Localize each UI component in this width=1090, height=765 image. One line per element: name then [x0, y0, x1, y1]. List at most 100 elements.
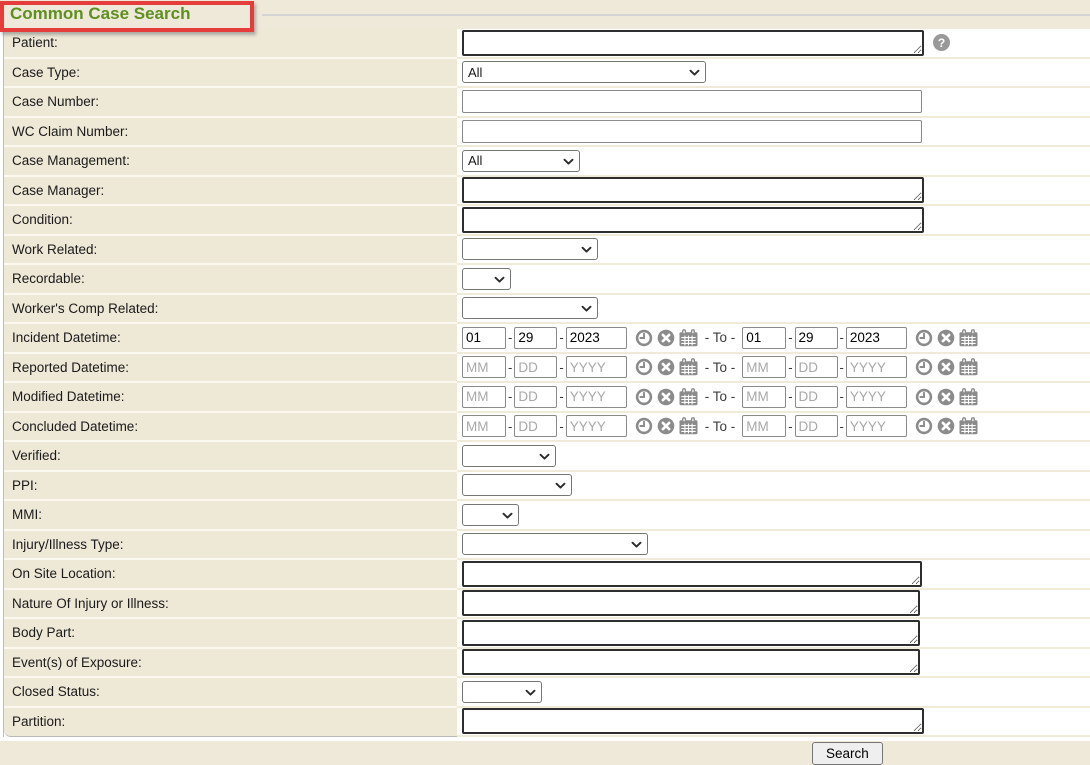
chevron-down-icon	[581, 305, 592, 313]
incident-datetime-from-dd-input[interactable]	[514, 327, 557, 349]
ppi-select[interactable]	[462, 474, 572, 496]
to-range-label: - To -	[705, 419, 736, 434]
form-row: Patient:?	[4, 29, 1090, 59]
calendar-icon[interactable]	[959, 329, 978, 347]
clock-icon[interactable]	[915, 329, 933, 347]
case-manager-label: Case Manager:	[4, 177, 457, 207]
chevron-down-icon	[555, 482, 566, 490]
date-dash: -	[840, 330, 844, 345]
calendar-icon[interactable]	[679, 358, 698, 376]
verified-select[interactable]	[462, 445, 556, 467]
clock-icon[interactable]	[635, 388, 653, 406]
concluded-datetime-to-dd-input[interactable]	[795, 415, 838, 437]
concluded-datetime-control-cell: --- To ---	[457, 413, 1090, 443]
reported-datetime-from-yyyy-input[interactable]	[566, 356, 627, 378]
clock-icon[interactable]	[635, 417, 653, 435]
work-related-select[interactable]	[462, 238, 598, 260]
injury-illness-type-select[interactable]	[462, 533, 648, 555]
concluded-datetime-from-dd-input[interactable]	[514, 415, 557, 437]
modified-datetime-to-dd-input[interactable]	[795, 386, 838, 408]
calendar-icon[interactable]	[679, 329, 698, 347]
calendar-icon[interactable]	[959, 388, 978, 406]
case-management-select[interactable]: All	[462, 150, 580, 172]
mmi-select[interactable]	[462, 504, 519, 526]
recordable-select[interactable]	[462, 268, 511, 290]
chevron-down-icon	[631, 541, 642, 549]
case-number-input[interactable]	[462, 90, 922, 113]
date-dash: -	[508, 330, 512, 345]
concluded-datetime-to-mm-input[interactable]	[742, 415, 786, 437]
body-part-textarea[interactable]	[462, 620, 920, 646]
wc-claim-number-label: WC Claim Number:	[4, 118, 457, 148]
case-manager-textarea[interactable]	[462, 177, 924, 203]
incident-datetime-from-mm-input[interactable]	[462, 327, 506, 349]
concluded-datetime-to-yyyy-input[interactable]	[846, 415, 907, 437]
condition-textarea[interactable]	[462, 207, 924, 233]
clock-icon[interactable]	[915, 417, 933, 435]
partition-control-cell	[457, 708, 1090, 738]
date-dash: -	[559, 419, 563, 434]
reported-datetime-from-mm-input[interactable]	[462, 356, 506, 378]
on-site-location-label: On Site Location:	[4, 560, 457, 590]
partition-textarea[interactable]	[462, 708, 924, 734]
concluded-datetime-from-yyyy-input[interactable]	[566, 415, 627, 437]
incident-datetime-to-mm-input[interactable]	[742, 327, 786, 349]
mmi-control-cell	[457, 501, 1090, 531]
form-row: Case Manager:	[4, 177, 1090, 207]
form-row: PPI:	[4, 472, 1090, 502]
form-row: Reported Datetime:--- To ---	[4, 354, 1090, 384]
case-type-select[interactable]: All	[462, 61, 706, 83]
clear-icon[interactable]	[937, 388, 955, 406]
clear-icon[interactable]	[657, 417, 675, 435]
modified-datetime-to-yyyy-input[interactable]	[846, 386, 907, 408]
calendar-icon[interactable]	[679, 417, 698, 435]
incident-datetime-from-yyyy-input[interactable]	[566, 327, 627, 349]
reported-datetime-to-yyyy-input[interactable]	[846, 356, 907, 378]
workers-comp-related-select[interactable]	[462, 297, 598, 319]
to-range-label: - To -	[705, 330, 736, 345]
wc-claim-number-control-cell	[457, 118, 1090, 148]
ppi-label: PPI:	[4, 472, 457, 502]
patient-textarea[interactable]	[462, 30, 924, 56]
workers-comp-related-label: Worker's Comp Related:	[4, 295, 457, 325]
calendar-icon[interactable]	[679, 388, 698, 406]
date-dash: -	[508, 360, 512, 375]
injury-illness-type-control-cell	[457, 531, 1090, 561]
nature-of-injury-or-illness-textarea[interactable]	[462, 590, 920, 616]
modified-datetime-from-mm-input[interactable]	[462, 386, 506, 408]
clock-icon[interactable]	[635, 329, 653, 347]
clear-icon[interactable]	[937, 417, 955, 435]
form-row: Recordable:	[4, 265, 1090, 295]
concluded-datetime-from-mm-input[interactable]	[462, 415, 506, 437]
reported-datetime-to-mm-input[interactable]	[742, 356, 786, 378]
clear-icon[interactable]	[937, 329, 955, 347]
clock-icon[interactable]	[915, 358, 933, 376]
incident-datetime-to-yyyy-input[interactable]	[846, 327, 907, 349]
calendar-icon[interactable]	[959, 417, 978, 435]
help-icon[interactable]: ?	[933, 34, 950, 51]
clear-icon[interactable]	[937, 358, 955, 376]
recordable-control-cell	[457, 265, 1090, 295]
incident-datetime-to-dd-input[interactable]	[795, 327, 838, 349]
calendar-icon[interactable]	[959, 358, 978, 376]
modified-datetime-from-yyyy-input[interactable]	[566, 386, 627, 408]
on-site-location-textarea[interactable]	[462, 561, 922, 587]
reported-datetime-control-cell: --- To ---	[457, 354, 1090, 384]
date-dash: -	[840, 360, 844, 375]
reported-datetime-to-dd-input[interactable]	[795, 356, 838, 378]
wc-claim-number-input[interactable]	[462, 120, 922, 143]
clear-icon[interactable]	[657, 329, 675, 347]
case-type-control-cell: All	[457, 59, 1090, 89]
form-row: Nature Of Injury or Illness:	[4, 590, 1090, 620]
closed-status-select[interactable]	[462, 681, 542, 703]
search-button[interactable]: Search	[812, 742, 883, 765]
clear-icon[interactable]	[657, 358, 675, 376]
modified-datetime-from-dd-input[interactable]	[514, 386, 557, 408]
modified-datetime-to-mm-input[interactable]	[742, 386, 786, 408]
clock-icon[interactable]	[915, 388, 933, 406]
events-of-exposure-textarea[interactable]	[462, 649, 920, 675]
reported-datetime-from-dd-input[interactable]	[514, 356, 557, 378]
clear-icon[interactable]	[657, 388, 675, 406]
modified-datetime-control-cell: --- To ---	[457, 383, 1090, 413]
clock-icon[interactable]	[635, 358, 653, 376]
